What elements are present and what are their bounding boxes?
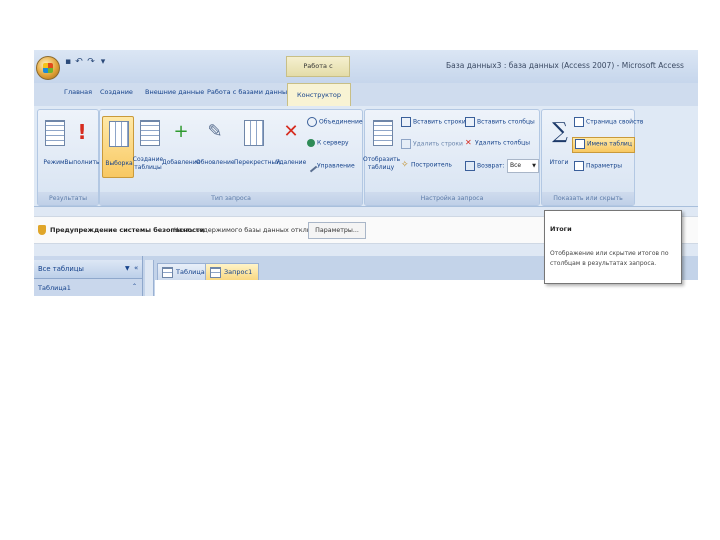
nav-group-header[interactable]: Таблица1 [38, 284, 71, 292]
view-button[interactable]: Режим [39, 116, 69, 176]
tab-create[interactable]: Создание [100, 88, 133, 96]
tab-design[interactable]: Конструктор [287, 83, 351, 107]
append-plus-icon: + [173, 121, 189, 142]
contextual-group-label: Работа с запросами [286, 56, 350, 89]
window-title: База данных3 : база данных (Access 2007)… [446, 61, 684, 70]
shutter-bar[interactable] [145, 260, 154, 296]
sigma-icon: ∑ [552, 119, 568, 144]
parameters-button[interactable]: Параметры [574, 161, 622, 173]
show-table-button[interactable]: Отобразить таблицу [363, 116, 400, 176]
data-definition-button[interactable]: Управление [304, 159, 355, 173]
group-show-hide: ∑ Итоги Страница свойств Имена таблиц Па… [541, 109, 643, 206]
delete-columns-icon: ✕ [465, 138, 472, 147]
navigation-pane: Все таблицы ▼ « Таблица1 ⌃ [34, 256, 143, 296]
property-sheet-icon [574, 117, 584, 127]
group-results: Режим ! Выполнить Результаты [37, 109, 100, 206]
show-table-icon [373, 120, 393, 146]
make-table-button[interactable]: Создание таблицы [133, 116, 164, 176]
run-exclamation-icon: ! [77, 120, 87, 144]
save-icon[interactable]: ▪ [63, 57, 73, 67]
group-label: Результаты [38, 192, 98, 205]
nav-title: Все таблицы [38, 265, 84, 273]
property-sheet-button[interactable]: Страница свойств [574, 117, 643, 129]
insert-rows-icon [401, 117, 411, 127]
parameters-icon [574, 161, 584, 171]
doc-tab-query1[interactable]: Запрос1 [205, 263, 260, 280]
globe-icon [307, 139, 315, 147]
totals-button[interactable]: ∑ Итоги [544, 116, 574, 176]
run-button[interactable]: ! Выполнить [64, 116, 99, 176]
table-names-button[interactable]: Имена таблиц [572, 137, 635, 153]
chevron-down-icon[interactable]: ▼ [125, 265, 130, 272]
return-control: Возврат: [465, 161, 505, 173]
access-window: ▪ ↶ ↷ ▾ Работа с запросами База данных3 … [34, 50, 698, 296]
pencil-icon [304, 159, 318, 173]
table-icon [162, 267, 173, 278]
tab-home[interactable]: Главная [64, 88, 92, 96]
update-button[interactable]: ✎ Обновление [196, 116, 235, 176]
chevron-up-icon[interactable]: ⌃ [132, 283, 137, 290]
group-query-type: Выборка Создание таблицы + Добавление ✎ … [99, 109, 363, 206]
return-icon [465, 161, 475, 171]
title-bar: ▪ ↶ ↷ ▾ Работа с запросами База данных3 … [34, 50, 698, 89]
collapse-icon[interactable]: « [134, 264, 138, 272]
message-text: Часть содержимого базы данных отключена [174, 226, 329, 234]
redo-icon[interactable]: ↷ [86, 57, 96, 67]
union-button[interactable]: Объединение [307, 117, 363, 129]
delete-rows-icon [401, 139, 411, 149]
nav-header[interactable]: Все таблицы ▼ « [34, 260, 142, 279]
return-select[interactable]: Все ▼ [507, 159, 539, 173]
tab-external-data[interactable]: Внешние данные [145, 88, 204, 96]
group-label: Показать или скрыть [542, 192, 634, 205]
datasheet-icon [45, 120, 65, 146]
chevron-down-icon: ▼ [532, 163, 536, 169]
ribbon-tabs: Главная Создание Внешние данные Работа с… [34, 83, 698, 107]
select-query-icon [109, 121, 129, 147]
union-icon [307, 117, 317, 127]
make-table-icon [140, 120, 160, 146]
tab-database-tools[interactable]: Работа с базами данных [207, 88, 291, 96]
crosstab-button[interactable]: Перекрестный [234, 116, 280, 176]
group-query-setup: Отобразить таблицу Вставить строки Удали… [363, 109, 540, 206]
insert-rows-button[interactable]: Вставить строки [401, 117, 466, 129]
delete-columns-button[interactable]: ✕ Удалить столбцы [465, 139, 530, 151]
builder-wand-icon: ✧ [401, 160, 409, 170]
insert-columns-icon [465, 117, 475, 127]
ribbon: Режим ! Выполнить Результаты Выборка Соз… [34, 106, 698, 207]
group-label: Настройка запроса [365, 192, 539, 205]
table-names-icon [575, 139, 585, 149]
delete-rows-button[interactable]: Удалить строки [401, 139, 463, 151]
totals-tooltip: Итоги Отображение или скрытие итогов по … [544, 210, 682, 284]
delete-x-icon: ✕ [283, 121, 299, 142]
group-label: Тип запроса [100, 192, 362, 205]
delete-button[interactable]: ✕ Удаление [276, 116, 307, 176]
crosstab-icon [244, 120, 264, 146]
insert-columns-button[interactable]: Вставить столбцы [465, 117, 535, 129]
builder-button[interactable]: ✧ Построитель [401, 161, 452, 173]
append-button[interactable]: + Добавление [162, 116, 200, 176]
office-logo-icon [43, 63, 53, 73]
shield-icon [38, 225, 46, 235]
undo-icon[interactable]: ↶ [74, 57, 84, 67]
update-pencil-icon: ✎ [207, 121, 223, 142]
office-button[interactable] [36, 56, 60, 80]
customize-icon[interactable]: ▾ [98, 57, 108, 67]
tooltip-body: Отображение или скрытие итогов по столбц… [550, 250, 669, 267]
pass-through-button[interactable]: К серверу [307, 139, 349, 151]
tooltip-title: Итоги [550, 225, 572, 233]
query-icon [210, 267, 221, 278]
options-button[interactable]: Параметры... [308, 222, 366, 239]
